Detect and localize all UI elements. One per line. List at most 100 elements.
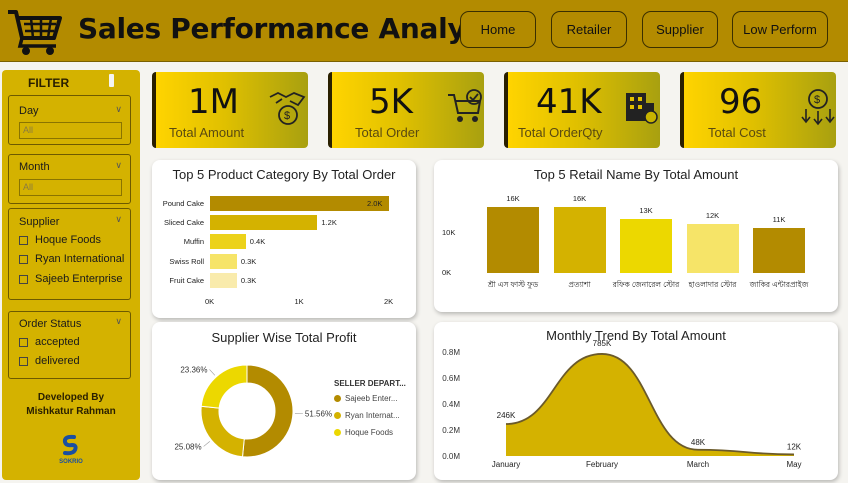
brand-label: SOKRIO [59,459,83,465]
bar [210,234,246,250]
category-label: Pound Cake [162,199,204,208]
data-label: 16K [506,194,520,203]
category-label: জাকির এন্টারপ্রাইজ [749,280,809,289]
header-bar: Sales Performance Analysis Home Retailer… [0,0,848,62]
supplier-profit-chart: Supplier Wise Total Profit 51.56% 25.08% 2… [152,322,416,480]
y-tick-label: 0.0M [442,452,460,461]
legend-dot [334,412,341,419]
category-label: রফিক জেনারেল স্টোর [612,280,680,289]
category-label: হাওলাদার স্টোর [688,280,737,289]
data-label: 0.3K [240,256,257,266]
donut-slice [200,405,245,458]
day-select[interactable]: All [19,122,122,139]
developed-by-label: Developed By [37,392,105,403]
filter-title: FILTER [28,76,70,90]
bar [753,227,805,273]
data-label: 13K [639,206,653,216]
chevron-down-icon[interactable]: ∨ [115,160,122,171]
donut-slice [200,364,248,409]
x-tick-label: March [687,460,709,469]
nav-home-button[interactable]: Home [460,11,536,48]
kpi-value: 41K [536,82,602,122]
category-label: Swiss Roll [169,256,204,266]
day-filter[interactable]: Day ∨ All [8,95,131,145]
order-status-delivered[interactable]: delivered [19,355,80,367]
data-label: 246K [497,411,516,420]
filter-scrollbar[interactable] [109,74,114,87]
supplier-option-sajeeb[interactable]: Sajeeb Enterprise [19,273,122,285]
data-label: 12K [787,442,802,451]
category-label: Sliced Cake [163,218,204,228]
bar [686,223,739,273]
bar [487,207,539,273]
day-filter-label: Day [19,105,39,117]
kpi-label: Total Cost [708,125,766,140]
data-label: 0.3K [240,275,257,285]
supplier-filter[interactable]: Supplier ∨ Hoque Foods Ryan Internationa… [8,208,131,300]
nav-retailer-button[interactable]: Retailer [551,11,627,48]
svg-text:$: $ [284,110,290,122]
nav-low-perform-button[interactable]: Low Perform [732,11,828,48]
bar [210,196,389,211]
checkbox-icon[interactable] [19,337,28,347]
area-fill [506,353,794,456]
chevron-down-icon[interactable]: ∨ [115,104,122,115]
supplier-option-hoque[interactable]: Hoque Foods [19,234,101,246]
bar [210,272,237,288]
chart-title: Top 5 Product Category By Total Order [172,167,396,182]
month-filter[interactable]: Month ∨ All [8,154,131,204]
checkbox-icon[interactable] [19,235,28,245]
data-label: 0.4K [249,237,266,247]
cart-check-icon [448,89,482,122]
legend-item[interactable]: Ryan Internat... [334,411,400,420]
chevron-down-icon[interactable]: ∨ [115,316,122,327]
retail-name-chart: Top 5 Retail Name By Total Amount 16K শ্র… [434,160,838,312]
handshake-money-icon: $ [269,91,306,125]
bar [553,207,606,273]
y-tick-label: 0.6M [442,374,460,383]
supplier-option-ryan[interactable]: Ryan International [19,253,124,265]
donut-slice [241,364,294,458]
checkbox-icon[interactable] [19,356,28,366]
y-tick-label: 0.8M [442,348,460,357]
month-filter-label: Month [19,161,50,173]
checkbox-icon[interactable] [19,274,28,284]
developer-name: Mishkatur Rahman [26,406,116,417]
coin-down-icon: $ [801,89,835,126]
data-label: 12K [705,210,720,220]
product-category-chart: Top 5 Product Category By Total Order Po… [152,160,416,318]
legend-item[interactable]: Sajeeb Enter... [334,394,397,403]
svg-text:$: $ [814,94,820,106]
order-status-label: Order Status [19,318,82,330]
bar [210,215,318,231]
data-label: 785K [593,339,612,348]
shopping-cart-icon [8,10,62,55]
x-tick-label: May [786,460,801,469]
data-label: 2.0K [367,199,383,208]
bar [210,253,237,269]
y-tick-label: 0.2M [442,426,460,435]
data-label: 1.2K [321,218,337,228]
area-chart: 0.8M 0.6M 0.4M 0.2M 0.0M 246K January 785K Febru… [442,339,802,469]
kpi-card-total-orderqty: 41K Total OrderQty [504,72,660,148]
kpi-label: Total Order [355,125,420,140]
chevron-down-icon[interactable]: ∨ [115,214,122,225]
kpi-value: 96 [719,82,763,122]
month-select[interactable]: All [19,179,122,196]
checkbox-icon[interactable] [19,254,28,264]
kpi-value: 1M [188,82,239,122]
order-status-filter[interactable]: Order Status ∨ accepted delivered [8,311,131,379]
kpi-label: Total OrderQty [518,125,603,140]
kpi-card-total-order: 5K Total Order [328,72,484,148]
nav-supplier-button[interactable]: Supplier [642,11,718,48]
x-tick-label: January [492,460,520,469]
category-label: Fruit Cake [169,275,204,285]
order-status-accepted[interactable]: accepted [19,336,80,348]
supplier-filter-label: Supplier [19,216,60,228]
y-tick-label: 0.4M [442,400,460,409]
data-label: 48K [691,438,706,447]
x-tick-label: 2K [384,297,394,306]
slice-label: 25.08% [174,442,201,451]
legend-item[interactable]: Hoque Foods [334,428,393,437]
legend-dot [334,395,341,402]
